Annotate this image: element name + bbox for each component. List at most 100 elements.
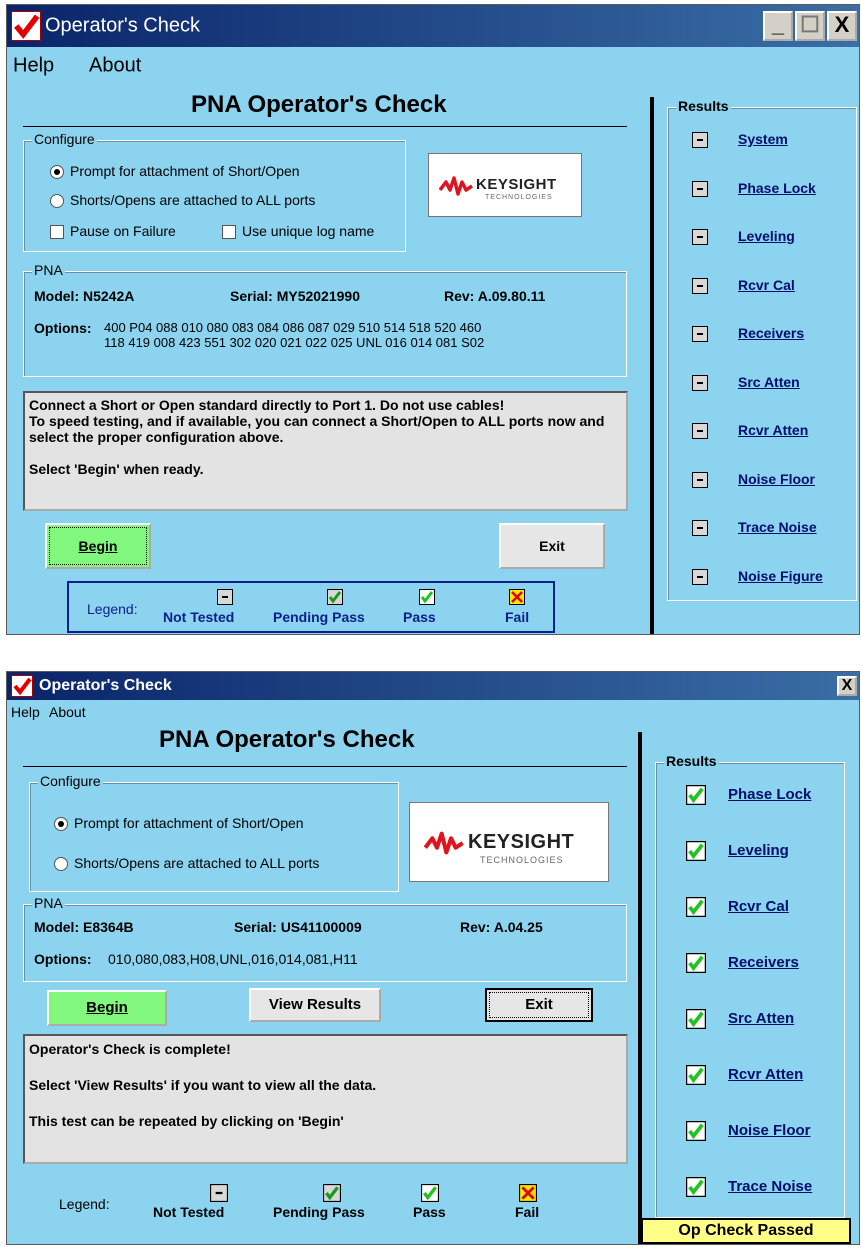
view-results-button[interactable]: View Results (249, 988, 381, 1022)
result-link-rcvr-atten[interactable]: Rcvr Atten (728, 1066, 803, 1083)
results-group: Results System Phase Lock Leveling Rcvr Cal… (667, 98, 857, 601)
keysight-logo: KEYSIGHT TECHNOLOGIES (428, 153, 582, 217)
result-link-rcvr-cal[interactable]: Rcvr Cal (728, 898, 789, 915)
not-tested-status-icon (692, 471, 708, 488)
legend-fail: Fail (505, 609, 530, 625)
legend: Legend: Not Tested Pending Pass Pass Fai… (67, 581, 555, 633)
menu-help[interactable]: Help (13, 55, 54, 78)
unique-log-name-checkbox[interactable] (222, 225, 236, 239)
all-ports-radio[interactable] (50, 194, 64, 208)
begin-button[interactable]: Begin (45, 523, 151, 569)
result-link-leveling[interactable]: Leveling (738, 228, 795, 244)
keysight-wave-icon (439, 176, 473, 196)
close-button[interactable]: X (837, 676, 857, 696)
not-tested-status-icon (692, 374, 708, 391)
title-bar[interactable]: Operator's Check _ ☐ X (7, 5, 859, 47)
menu-about[interactable]: About (89, 55, 141, 78)
page-title: PNA Operator's Check (159, 726, 415, 753)
results-group-label: Results (676, 98, 731, 114)
result-link-noise-floor[interactable]: Noise Floor (728, 1122, 811, 1139)
logo-name: KEYSIGHT (468, 831, 575, 853)
unique-log-name-label[interactable]: Use unique log name (242, 223, 374, 239)
prompt-short-open-label[interactable]: Prompt for attachment of Short/Open (70, 163, 300, 179)
result-link-receivers[interactable]: Receivers (738, 325, 804, 341)
keysight-logo: KEYSIGHT TECHNOLOGIES (409, 802, 609, 882)
all-ports-label[interactable]: Shorts/Opens are attached to ALL ports (74, 855, 319, 871)
serial-value: Serial: US41100009 (234, 919, 362, 935)
view-results-label: View Results (268, 996, 362, 1013)
pause-on-failure-label[interactable]: Pause on Failure (70, 223, 176, 239)
result-link-leveling[interactable]: Leveling (728, 842, 789, 859)
vertical-divider (638, 732, 642, 1244)
legend-title: Legend: (87, 601, 138, 617)
checkmark-app-icon (11, 11, 41, 41)
result-link-src-atten[interactable]: Src Atten (728, 1010, 794, 1027)
logo-subtitle: TECHNOLOGIES (480, 855, 564, 865)
legend-title: Legend: (59, 1196, 110, 1212)
title-bar[interactable]: Operator's Check X (7, 672, 859, 700)
exit-button[interactable]: Exit (485, 988, 593, 1022)
pause-on-failure-checkbox[interactable] (50, 225, 64, 239)
rev-value: Rev: A.09.80.11 (444, 288, 546, 304)
result-link-system[interactable]: System (738, 131, 788, 147)
prompt-short-open-radio[interactable] (50, 165, 64, 179)
result-link-src-atten[interactable]: Src Atten (738, 374, 800, 390)
serial-value: Serial: MY52021990 (230, 288, 360, 304)
fail-icon (509, 589, 525, 605)
result-link-noise-floor[interactable]: Noise Floor (738, 471, 815, 487)
window-title: Operator's Check (45, 14, 200, 37)
exit-button[interactable]: Exit (499, 523, 605, 569)
pna-group: PNA Model: N5242A Serial: MY52021990 Rev… (23, 262, 627, 377)
result-link-trace-noise[interactable]: Trace Noise (738, 519, 817, 535)
pass-status-icon (686, 1065, 706, 1085)
options-label: Options: (34, 320, 92, 336)
prompt-short-open-label[interactable]: Prompt for attachment of Short/Open (74, 815, 304, 831)
legend-pending-pass: Pending Pass (273, 609, 365, 625)
configure-group-label: Configure (38, 773, 103, 789)
not-tested-status-icon (692, 277, 708, 294)
pass-status-icon (686, 897, 706, 917)
configure-group: Configure Prompt for attachment of Short… (23, 131, 406, 252)
legend-pass: Pass (403, 609, 436, 625)
prompt-short-open-radio[interactable] (54, 817, 68, 831)
minimize-button[interactable]: _ (763, 11, 793, 41)
options-line-1: 010,080,083,H08,UNL,016,014,081,H11 (108, 951, 358, 967)
keysight-wave-icon (424, 831, 464, 855)
rev-value: Rev: A.04.25 (460, 919, 543, 935)
pna-group-label: PNA (32, 262, 65, 278)
result-link-trace-noise[interactable]: Trace Noise (728, 1178, 812, 1195)
result-link-receivers[interactable]: Receivers (728, 954, 799, 971)
menu-about[interactable]: About (49, 704, 86, 720)
result-link-rcvr-cal[interactable]: Rcvr Cal (738, 277, 795, 293)
legend-pass: Pass (413, 1204, 446, 1220)
pass-status-icon (686, 1121, 706, 1141)
configure-group-label: Configure (32, 131, 97, 147)
status-message: Operator's Check is complete! Select 'Vi… (23, 1034, 628, 1164)
logo-subtitle: TECHNOLOGIES (485, 194, 553, 201)
logo-name: KEYSIGHT (476, 176, 557, 193)
all-ports-label[interactable]: Shorts/Opens are attached to ALL ports (70, 192, 315, 208)
legend-fail: Fail (515, 1204, 540, 1220)
pna-group: PNA Model: E8364B Serial: US41100009 Rev… (23, 895, 627, 982)
not-tested-status-icon (692, 568, 708, 585)
instructions-message: Connect a Short or Open standard directl… (23, 391, 628, 511)
maximize-button[interactable]: ☐ (795, 11, 825, 41)
vertical-divider (650, 97, 654, 634)
menu-bar: Help About (7, 47, 859, 85)
result-link-rcvr-atten[interactable]: Rcvr Atten (738, 422, 808, 438)
results-group: Results Phase Lock Leveling Rcvr Cal Receiv… (655, 753, 845, 1218)
divider (23, 766, 627, 767)
result-link-noise-figure[interactable]: Noise Figure (738, 568, 823, 584)
model-value: Model: N5242A (34, 288, 135, 304)
configure-group: Configure Prompt for attachment of Short… (29, 773, 399, 892)
begin-button[interactable]: Begin (47, 990, 167, 1026)
close-button[interactable]: X (827, 11, 857, 41)
all-ports-radio[interactable] (54, 857, 68, 871)
menu-help[interactable]: Help (11, 704, 40, 720)
result-link-phase-lock[interactable]: Phase Lock (738, 180, 816, 196)
begin-button-label: Begin (78, 538, 118, 554)
result-link-phase-lock[interactable]: Phase Lock (728, 786, 811, 803)
not-tested-status-icon (692, 180, 708, 197)
not-tested-icon (217, 589, 233, 605)
model-value: Model: E8364B (34, 919, 134, 935)
